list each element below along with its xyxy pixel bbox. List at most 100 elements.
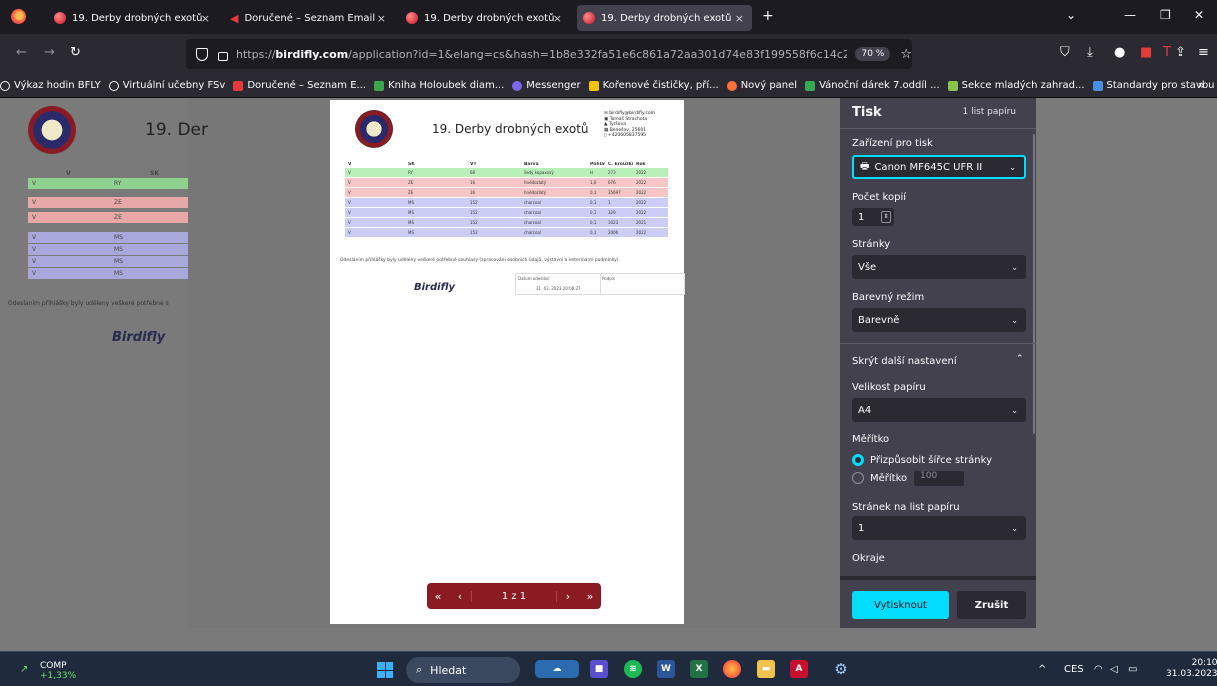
file-explorer-icon[interactable]: ▬ [757,660,775,678]
color-mode-select[interactable]: Barevně ⌄ [852,308,1026,332]
url-text[interactable]: https://birdifly.com/application?id=1&el… [236,48,848,61]
tab-1[interactable]: 19. Derby drobných exotů × [48,5,218,31]
fit-width-label[interactable]: Přizpůsobit šířce stránky [870,455,992,466]
tab-3[interactable]: 19. Derby drobných exotů × [400,5,570,31]
reload-icon[interactable]: ↻ [70,45,81,60]
stock-widget[interactable]: ↗ COMP +1,33% [20,661,76,681]
padlock-icon[interactable] [217,51,228,61]
windows-start-icon[interactable] [377,662,393,678]
table-cell: MS [408,210,414,215]
bookmark-item[interactable]: Nový panel [726,80,797,91]
print-button[interactable]: Vytisknout [852,591,949,619]
bookmarks-overflow-icon[interactable]: » [1198,78,1205,92]
paper-size-select[interactable]: A4 ⌄ [852,398,1026,422]
minimize-icon[interactable]: — [1124,8,1136,22]
bookmark-star-icon[interactable]: ☆ [900,47,912,62]
panel-scrollbar[interactable] [1033,134,1035,434]
table-cell: V [348,180,351,185]
copies-stepper-icon[interactable]: ⇕ [881,211,891,223]
table-cell: hnědozlatý [524,180,547,185]
tracking-shield-icon[interactable] [196,47,208,61]
pocket-icon[interactable]: ⛉ [1060,45,1070,60]
pages-select[interactable]: Vše ⌄ [852,255,1026,279]
tab-close-icon[interactable]: × [377,12,386,25]
search-icon: ⌕ [416,663,423,676]
tray-chevron-up-icon[interactable]: ^ [1038,664,1046,675]
tab-close-icon[interactable]: × [735,12,744,25]
url-bar[interactable]: https://birdifly.com/application?id=1&el… [186,39,912,69]
table-cell: 152 [470,230,478,235]
messenger-icon [512,80,523,91]
bookmark-item[interactable]: Messenger [512,80,581,91]
table-cell: 2021 [636,220,647,225]
bookmark-item[interactable]: Výkaz hodin BFLY [0,80,101,91]
contact-name: Tomáš Strachota [609,116,648,122]
downloads-icon[interactable]: ⤓ [1087,45,1093,60]
table-cell: šedý kopaxový [524,170,554,175]
bookmark-item[interactable]: Virtuální učebny FSv [108,80,225,91]
page-icon [588,80,599,91]
bookmark-item[interactable]: Doručené – Seznam E... [233,80,366,91]
firefox-icon [726,80,737,91]
autocad-icon[interactable]: A [790,660,808,678]
tab-list-chevron-icon[interactable]: ⌄ [1066,8,1076,22]
first-page-button[interactable]: « [427,590,449,603]
bookmark-item[interactable]: Kořenové čističky, pří... [588,80,719,91]
battery-icon[interactable]: ▭ [1128,664,1137,675]
cancel-button[interactable]: Zrušit [957,591,1026,619]
wifi-icon[interactable]: ◠ [1094,664,1103,675]
more-settings-toggle[interactable]: Skrýt další nastavení [852,356,957,367]
excel-icon[interactable]: X [690,660,708,678]
settings-gear-icon[interactable]: ⚙ [832,660,850,678]
bookmark-item[interactable]: Vánoční dárek 7.oddíl ... [805,80,940,91]
tab-close-icon[interactable]: × [553,12,562,25]
tab-4-active[interactable]: 19. Derby drobných exotů × [577,5,752,31]
taskbar-search[interactable]: ⌕ Hledat [406,657,520,683]
tab-label: 19. Derby drobných exotů [424,12,555,24]
previous-page-button[interactable]: ‹ [449,590,471,603]
language-indicator[interactable]: CES [1064,664,1084,675]
hamburger-menu-icon[interactable]: ≡ [1198,45,1209,60]
printer-select[interactable]: 🖶 Canon MF645C UFR II ⌄ [852,155,1026,179]
scale-input[interactable]: 100 [914,471,964,486]
background-page-title: 19. Der [145,120,208,140]
chevron-up-icon[interactable]: ⌃ [1016,354,1024,364]
tab-2[interactable]: ◀ Doručené – Seznam Email × [224,5,394,31]
widgets-icon[interactable]: ☁ [535,660,579,678]
table-cell: 329 [608,210,616,215]
table-cell: 2022 [636,200,647,205]
bookmark-item[interactable]: Kniha Holoubek diam... [374,80,504,91]
last-page-button[interactable]: » [579,590,601,603]
pages-per-sheet-select[interactable]: 1 ⌄ [852,516,1026,540]
clock[interactable]: 20:10 31.03.2023 [1166,658,1217,680]
firefox-menu-icon[interactable] [11,9,26,24]
zoom-level-badge[interactable]: 70 % [855,47,891,61]
back-arrow-icon[interactable]: ← [16,45,27,60]
new-tab-button[interactable]: + [762,8,774,24]
fit-width-radio[interactable] [852,454,864,466]
table-row: V RY 68 šedý kopaxový H 273 2022 [345,168,668,177]
table-cell: 273 [608,170,616,175]
forward-arrow-icon[interactable]: → [44,45,55,60]
custom-scale-label[interactable]: Měřítko [870,473,907,484]
extension-s-icon[interactable]: ● [1114,45,1125,60]
table-cell: 16 [470,180,476,185]
extension-t-icon[interactable]: T [1163,45,1171,60]
copies-input[interactable]: 1 ⇕ [852,208,894,226]
restore-icon[interactable]: ❐ [1160,8,1171,22]
meet-icon[interactable]: ■ [590,660,608,678]
contact-street: Tyršova [608,122,626,127]
firefox-taskbar-icon[interactable] [723,660,741,678]
bookmark-label: Výkaz hodin BFLY [14,80,101,91]
spotify-icon[interactable]: ≋ [624,660,642,678]
volume-icon[interactable]: ◁ [1110,664,1118,675]
custom-scale-radio[interactable] [852,472,864,484]
word-icon[interactable]: W [657,660,675,678]
bookmark-item[interactable]: Sekce mladých zahrad... [947,80,1085,91]
next-page-button[interactable]: › [557,590,579,603]
tab-close-icon[interactable]: × [201,12,210,25]
table-cell: hnědozlatý [524,190,547,195]
extension-badge-icon[interactable]: ■ [1140,45,1152,60]
share-icon[interactable]: ⇪ [1175,45,1186,60]
close-window-icon[interactable]: ✕ [1194,8,1204,22]
